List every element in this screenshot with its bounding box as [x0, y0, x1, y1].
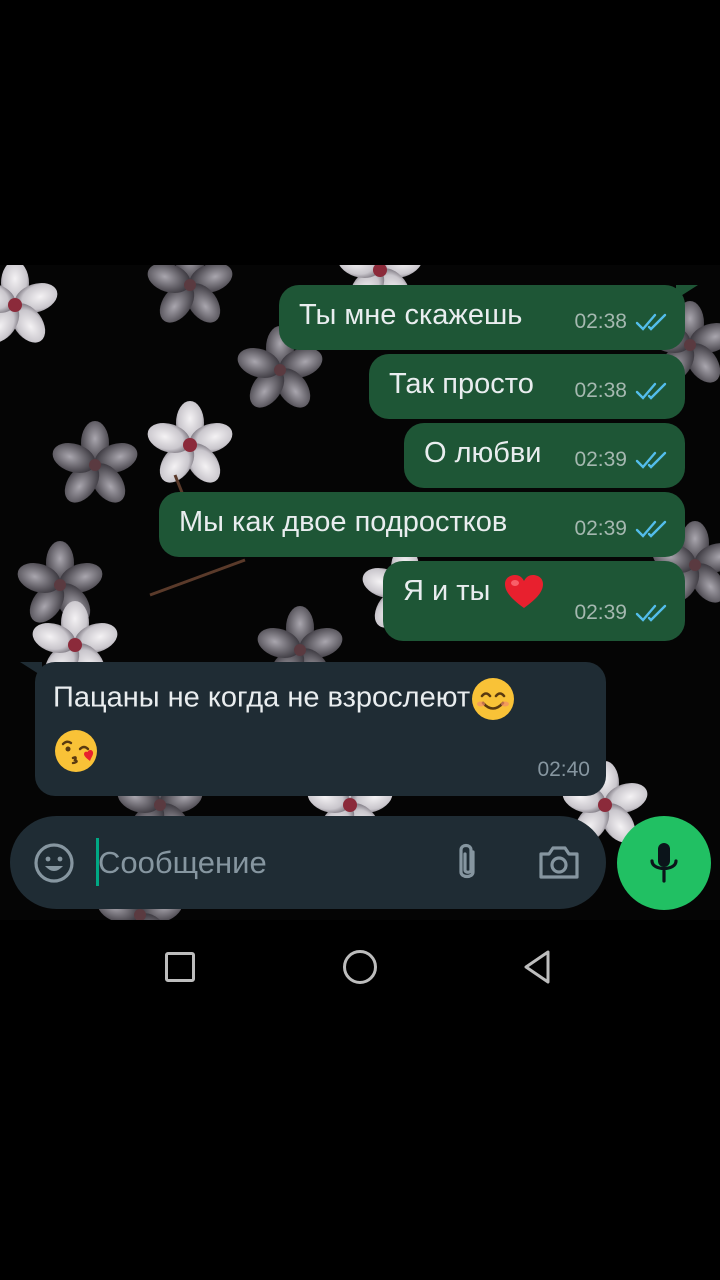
double-check-icon [635, 604, 667, 622]
outgoing-message[interactable]: Так просто 02:38 [369, 354, 685, 419]
recents-square-icon[interactable] [165, 952, 195, 982]
phone-screen: Ты мне скажешь 02:38 Так просто 02:38 О … [0, 0, 720, 1280]
incoming-message[interactable]: Пацаны не когда не взрослеют 02:40 [35, 662, 606, 796]
outgoing-message[interactable]: О любви 02:39 [404, 423, 685, 488]
message-input-placeholder[interactable]: Сообщение [98, 845, 267, 881]
home-circle-icon[interactable] [343, 950, 377, 984]
double-check-icon [635, 520, 667, 538]
message-composer[interactable]: Сообщение [10, 816, 606, 909]
message-text: Ты мне скажешь [299, 299, 523, 331]
message-text: Я и ты [403, 575, 491, 607]
red-heart-emoji [505, 575, 544, 609]
paperclip-icon[interactable] [447, 840, 487, 886]
emoji-icon[interactable] [32, 841, 76, 885]
microphone-icon [650, 843, 678, 883]
outgoing-message[interactable]: Мы как двое подростков 02:39 [159, 492, 685, 557]
back-triangle-icon[interactable] [520, 948, 554, 986]
message-meta: 02:38 [574, 304, 669, 340]
outgoing-message[interactable]: Ты мне скажешь 02:38 [279, 285, 685, 350]
message-time: 02:39 [574, 448, 627, 471]
smiling-face-emoji [472, 678, 515, 720]
message-meta: 02:38 [574, 373, 669, 409]
message-text: Пацаны не когда не взрослеют [53, 681, 471, 714]
message-time: 02:40 [537, 758, 590, 781]
message-meta: 02:39 [574, 442, 669, 478]
message-meta: 02:39 [574, 595, 669, 631]
message-time: 02:39 [574, 601, 627, 624]
double-check-icon [635, 313, 667, 331]
message-meta: 02:40 [537, 752, 590, 788]
outgoing-message[interactable]: Я и ты 02:39 [383, 561, 685, 641]
double-check-icon [635, 451, 667, 469]
camera-icon[interactable] [537, 842, 581, 882]
message-meta: 02:39 [574, 511, 669, 547]
kissing-face-with-heart-emoji [55, 730, 97, 772]
message-text: Мы как двое подростков [179, 506, 508, 538]
message-time: 02:38 [574, 379, 627, 402]
voice-record-button[interactable] [617, 816, 711, 910]
message-text: Так просто [389, 368, 534, 400]
message-text: О любви [424, 437, 542, 469]
double-check-icon [635, 382, 667, 400]
message-time: 02:39 [574, 517, 627, 540]
message-time: 02:38 [574, 310, 627, 333]
